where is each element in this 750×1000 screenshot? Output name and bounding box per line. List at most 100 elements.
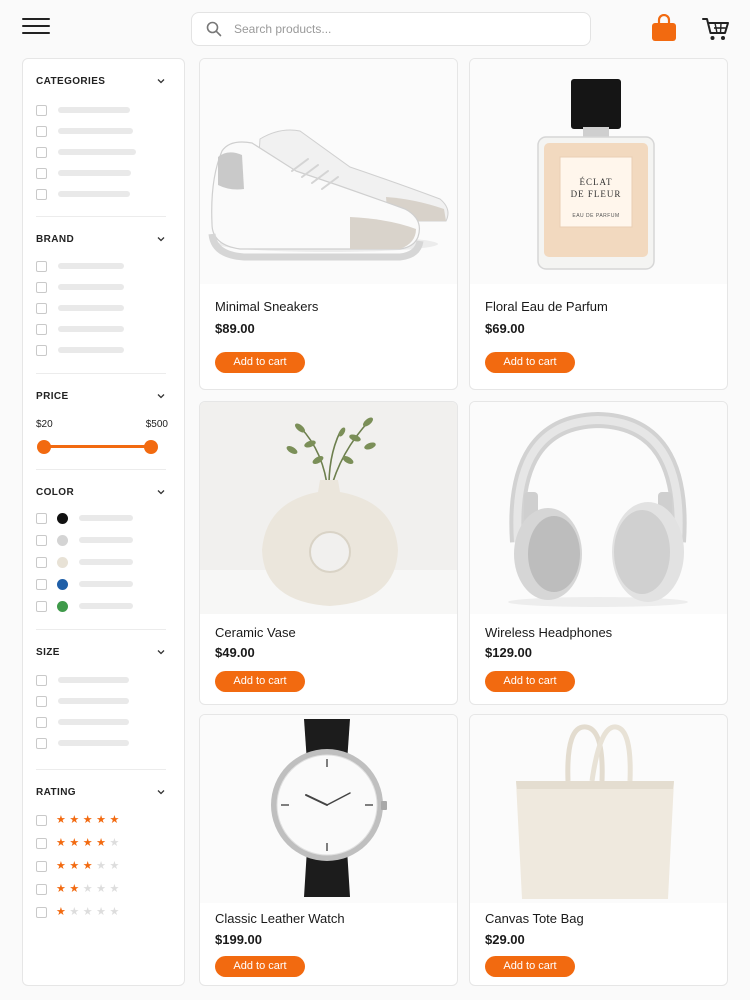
menu-icon[interactable] (22, 18, 50, 40)
product-image[interactable] (200, 402, 457, 614)
checkbox[interactable] (36, 674, 47, 686)
rating-option-1[interactable]: ★★★★★ (36, 905, 123, 919)
checkbox[interactable] (36, 814, 47, 826)
product-image[interactable] (470, 402, 727, 614)
checkbox[interactable] (36, 512, 47, 524)
filter-option[interactable] (36, 301, 124, 315)
filter-option[interactable] (36, 322, 124, 336)
categories-header[interactable]: CATEGORIES (36, 73, 166, 89)
checkbox[interactable] (36, 578, 47, 590)
checkbox[interactable] (36, 146, 47, 158)
checkbox[interactable] (36, 104, 47, 116)
product-image[interactable] (470, 715, 727, 903)
checkbox[interactable] (36, 716, 47, 728)
product-name[interactable]: Classic Leather Watch (215, 911, 345, 926)
color-option[interactable] (36, 511, 133, 525)
product-name[interactable]: Minimal Sneakers (215, 299, 318, 314)
price-header[interactable]: PRICE (36, 388, 166, 404)
product-image[interactable] (200, 715, 457, 903)
filter-option[interactable] (36, 715, 129, 729)
filter-option[interactable] (36, 187, 130, 201)
add-to-cart-button[interactable]: Add to cart (485, 352, 575, 373)
star-filled-icon: ★ (82, 837, 97, 849)
filter-option[interactable] (36, 673, 129, 687)
brand-header[interactable]: BRAND (36, 231, 166, 247)
product-card[interactable]: Canvas Tote Bag $29.00 Add to cart (469, 714, 728, 986)
star-filled-icon: ★ (56, 883, 70, 895)
product-name[interactable]: Floral Eau de Parfum (485, 299, 608, 314)
rating-option-4[interactable]: ★★★★★ (36, 836, 123, 850)
product-name[interactable]: Wireless Headphones (485, 625, 612, 640)
product-card[interactable]: Ceramic Vase $49.00 Add to cart (199, 401, 458, 705)
filter-option[interactable] (36, 145, 136, 159)
option-label-placeholder (58, 740, 129, 746)
add-to-cart-button[interactable]: Add to cart (215, 956, 305, 977)
shopping-bag-icon[interactable] (651, 14, 677, 42)
product-card[interactable]: Classic Leather Watch $199.00 Add to car… (199, 714, 458, 986)
filter-option[interactable] (36, 166, 131, 180)
product-name[interactable]: Ceramic Vase (215, 625, 296, 640)
filter-option[interactable] (36, 103, 130, 117)
search-input[interactable] (234, 22, 590, 36)
rating-option-3[interactable]: ★★★★★ (36, 859, 123, 873)
add-to-cart-button[interactable]: Add to cart (215, 352, 305, 373)
rating-option-2[interactable]: ★★★★★ (36, 882, 123, 896)
product-image[interactable] (200, 59, 457, 284)
checkbox[interactable] (36, 860, 47, 872)
product-image[interactable]: ÉCLAT DE FLEUR EAU DE PARFUM (470, 59, 727, 284)
product-price: $129.00 (485, 645, 532, 660)
checkbox[interactable] (36, 695, 47, 707)
checkbox[interactable] (36, 600, 47, 612)
product-card[interactable]: Wireless Headphones $129.00 Add to cart (469, 401, 728, 705)
divider (36, 216, 166, 217)
search-bar[interactable] (191, 12, 591, 46)
checkbox[interactable] (36, 837, 47, 849)
checkbox[interactable] (36, 167, 47, 179)
color-header[interactable]: COLOR (36, 484, 166, 500)
checkbox[interactable] (36, 344, 47, 356)
checkbox[interactable] (36, 281, 47, 293)
perfume-label-line1: ÉCLAT (579, 177, 613, 187)
product-name[interactable]: Canvas Tote Bag (485, 911, 584, 926)
color-option[interactable] (36, 555, 133, 569)
cart-icon[interactable] (702, 16, 730, 42)
add-to-cart-button[interactable]: Add to cart (485, 671, 575, 692)
checkbox[interactable] (36, 556, 47, 568)
filter-option[interactable] (36, 280, 124, 294)
checkbox[interactable] (36, 906, 47, 918)
star-empty-icon: ★ (109, 883, 123, 895)
size-header[interactable]: SIZE (36, 644, 166, 660)
color-option[interactable] (36, 533, 133, 547)
tote-bag-image (516, 724, 674, 899)
rating-header[interactable]: RATING (36, 784, 166, 800)
star-empty-icon: ★ (109, 906, 123, 918)
add-to-cart-button[interactable]: Add to cart (485, 956, 575, 977)
add-to-cart-button[interactable]: Add to cart (215, 671, 305, 692)
checkbox[interactable] (36, 323, 47, 335)
checkbox[interactable] (36, 883, 47, 895)
product-card[interactable]: Minimal Sneakers $89.00 Add to cart (199, 58, 458, 390)
checkbox[interactable] (36, 188, 47, 200)
checkbox[interactable] (36, 534, 47, 546)
checkbox[interactable] (36, 260, 47, 272)
filter-option[interactable] (36, 343, 124, 357)
price-slider-max-handle[interactable] (144, 440, 158, 454)
color-option[interactable] (36, 599, 133, 613)
star-filled-icon: ★ (69, 883, 83, 895)
price-slider-track[interactable] (43, 445, 151, 448)
star-empty-icon: ★ (82, 906, 97, 918)
color-option[interactable] (36, 577, 133, 591)
filter-option[interactable] (36, 736, 129, 750)
product-card[interactable]: ÉCLAT DE FLEUR EAU DE PARFUM Floral Eau … (469, 58, 728, 390)
filter-option[interactable] (36, 124, 133, 138)
filter-option[interactable] (36, 259, 124, 273)
checkbox[interactable] (36, 737, 47, 749)
checkbox[interactable] (36, 125, 47, 137)
star-empty-icon: ★ (96, 883, 110, 895)
price-slider-min-handle[interactable] (37, 440, 51, 454)
checkbox[interactable] (36, 302, 47, 314)
filter-option[interactable] (36, 694, 129, 708)
rating-option-5[interactable]: ★★★★★ (36, 813, 123, 827)
sneakers-image (208, 129, 449, 261)
option-label-placeholder (79, 581, 133, 587)
